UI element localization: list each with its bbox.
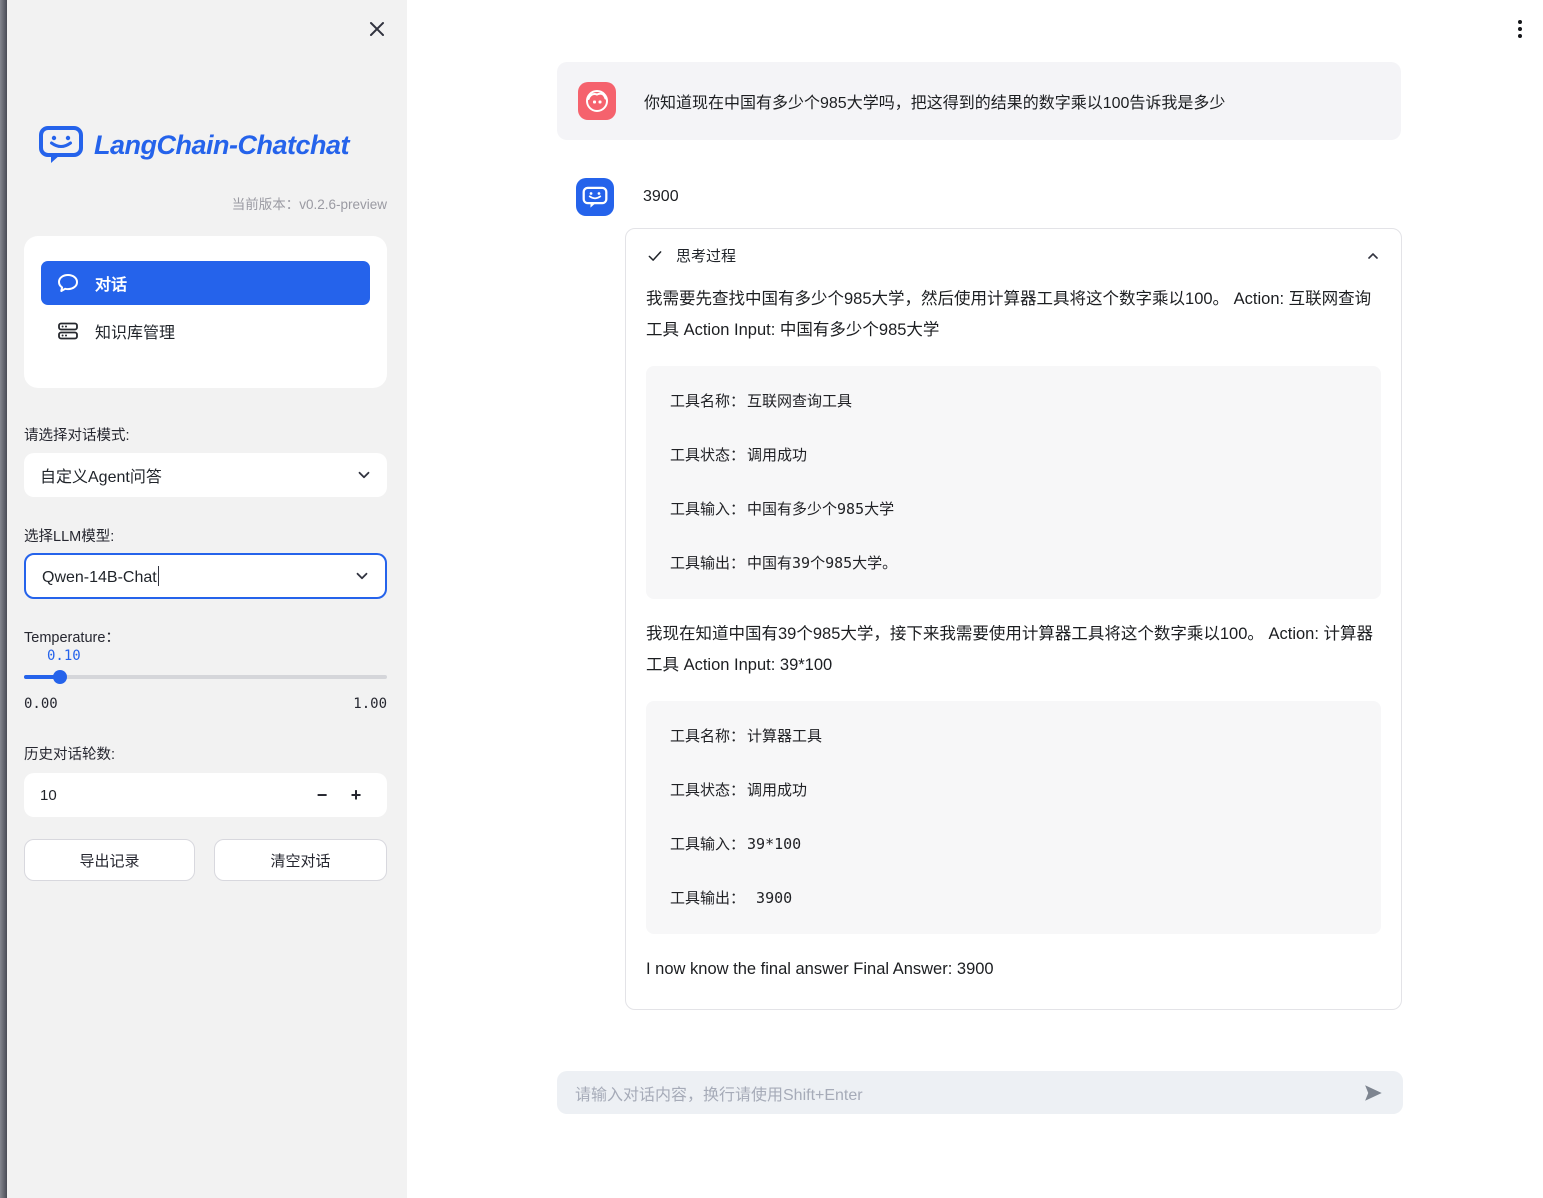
final-answer-text: I now know the final answer Final Answer… bbox=[646, 954, 1381, 985]
dialog-mode-select[interactable]: 自定义Agent问答 bbox=[24, 453, 387, 497]
chat-bubble-smiley-icon bbox=[38, 124, 84, 166]
tool-row: 工具名称：计算器工具 bbox=[670, 726, 1357, 747]
slider-max-label: 1.00 bbox=[353, 696, 387, 712]
llm-model-label: 选择LLM模型: bbox=[24, 525, 114, 546]
increment-button[interactable]: + bbox=[339, 778, 373, 812]
history-rounds-input[interactable]: 10 − + bbox=[24, 773, 387, 817]
sidebar-item-knowledge-base[interactable]: 知识库管理 bbox=[41, 311, 370, 351]
history-rounds-value: 10 bbox=[40, 787, 305, 804]
app-title: LangChain-Chatchat bbox=[94, 130, 349, 161]
sidebar-item-label: 对话 bbox=[95, 271, 127, 295]
sidebar-item-dialogue[interactable]: 对话 bbox=[41, 261, 370, 305]
tool-row: 工具输出： 3900 bbox=[670, 888, 1357, 909]
close-icon bbox=[368, 20, 386, 38]
window-edge bbox=[0, 0, 7, 1198]
kebab-menu-icon bbox=[1518, 20, 1522, 24]
assistant-message: 3900 bbox=[576, 178, 679, 216]
sidebar-item-label: 知识库管理 bbox=[95, 319, 175, 343]
app-window: LangChain-Chatchat 当前版本：v0.2.6-preview 对… bbox=[0, 0, 1543, 1198]
clear-dialogue-button[interactable]: 清空对话 bbox=[214, 839, 387, 881]
llm-model-value: Qwen-14B-Chat bbox=[42, 566, 353, 587]
tool-row: 工具输入：39*100 bbox=[670, 834, 1357, 855]
history-rounds-label: 历史对话轮数: bbox=[24, 743, 115, 764]
chat-icon bbox=[57, 273, 79, 293]
expander-body: 我需要先查找中国有多少个985大学，然后使用计算器工具将这个数字乘以100。 A… bbox=[626, 284, 1401, 1009]
tool-row: 工具输出：中国有39个985大学。 bbox=[670, 553, 1357, 574]
slider-min-label: 0.00 bbox=[24, 696, 58, 712]
tool-row: 工具状态：调用成功 bbox=[670, 445, 1357, 466]
tool-row: 工具输入：中国有多少个985大学 bbox=[670, 499, 1357, 520]
expander-title: 思考过程 bbox=[676, 245, 1353, 266]
user-message: 你知道现在中国有多少个985大学吗，把这得到的结果的数字乘以100告诉我是多少 bbox=[557, 62, 1401, 140]
expander-header[interactable]: 思考过程 bbox=[626, 229, 1401, 276]
export-records-button[interactable]: 导出记录 bbox=[24, 839, 195, 881]
user-message-text: 你知道现在中国有多少个985大学吗，把这得到的结果的数字乘以100告诉我是多少 bbox=[644, 89, 1225, 113]
sidebar-close-button[interactable] bbox=[365, 18, 389, 42]
dialog-mode-value: 自定义Agent问答 bbox=[40, 463, 355, 487]
tool-row: 工具名称：互联网查询工具 bbox=[670, 391, 1357, 412]
temperature-label: Temperature： bbox=[24, 626, 120, 647]
send-icon bbox=[1362, 1082, 1384, 1104]
chevron-up-icon bbox=[1365, 248, 1381, 264]
chat-input[interactable]: 请输入对话内容，换行请使用Shift+Enter bbox=[557, 1071, 1403, 1114]
decrement-button[interactable]: − bbox=[305, 778, 339, 812]
thought-paragraph: 我现在知道中国有39个985大学，接下来我需要使用计算器工具将这个数字乘以100… bbox=[646, 619, 1381, 681]
temperature-value: 0.10 bbox=[47, 648, 81, 664]
database-icon bbox=[57, 321, 79, 341]
slider-track[interactable] bbox=[24, 675, 387, 679]
tool-call-status: 工具名称：互联网查询工具 工具状态：调用成功 工具输入：中国有多少个985大学 … bbox=[646, 366, 1381, 599]
app-menu-button[interactable] bbox=[1509, 17, 1531, 41]
user-avatar bbox=[578, 82, 616, 120]
chevron-down-icon bbox=[353, 567, 371, 585]
thought-paragraph: 我需要先查找中国有多少个985大学，然后使用计算器工具将这个数字乘以100。 A… bbox=[646, 284, 1381, 346]
dialog-mode-label: 请选择对话模式: bbox=[24, 424, 130, 445]
tool-row: 工具状态：调用成功 bbox=[670, 780, 1357, 801]
check-icon bbox=[646, 247, 664, 265]
chevron-down-icon bbox=[355, 466, 373, 484]
face-icon bbox=[584, 88, 610, 114]
chat-area: 你知道现在中国有多少个985大学吗，把这得到的结果的数字乘以100告诉我是多少 … bbox=[407, 0, 1543, 1198]
thought-process-expander: 思考过程 我需要先查找中国有多少个985大学，然后使用计算器工具将这个数字乘以1… bbox=[625, 228, 1402, 1010]
version-text: 当前版本：v0.2.6-preview bbox=[232, 193, 387, 213]
chat-bubble-smiley-icon bbox=[582, 185, 608, 210]
text-caret bbox=[158, 566, 160, 586]
assistant-avatar bbox=[576, 178, 614, 216]
send-button[interactable] bbox=[1359, 1079, 1387, 1107]
temperature-slider-thumb[interactable] bbox=[53, 670, 67, 684]
tool-call-status: 工具名称：计算器工具 工具状态：调用成功 工具输入：39*100 工具输出： 3… bbox=[646, 701, 1381, 934]
sidebar-nav-card: 对话 知识库管理 bbox=[24, 236, 387, 388]
assistant-answer-text: 3900 bbox=[643, 188, 679, 206]
sidebar: LangChain-Chatchat 当前版本：v0.2.6-preview 对… bbox=[7, 0, 407, 1198]
logo: LangChain-Chatchat bbox=[38, 124, 349, 166]
chat-input-placeholder: 请输入对话内容，换行请使用Shift+Enter bbox=[575, 1081, 1359, 1105]
temperature-slider[interactable] bbox=[24, 668, 387, 686]
llm-model-select[interactable]: Qwen-14B-Chat bbox=[24, 553, 387, 599]
